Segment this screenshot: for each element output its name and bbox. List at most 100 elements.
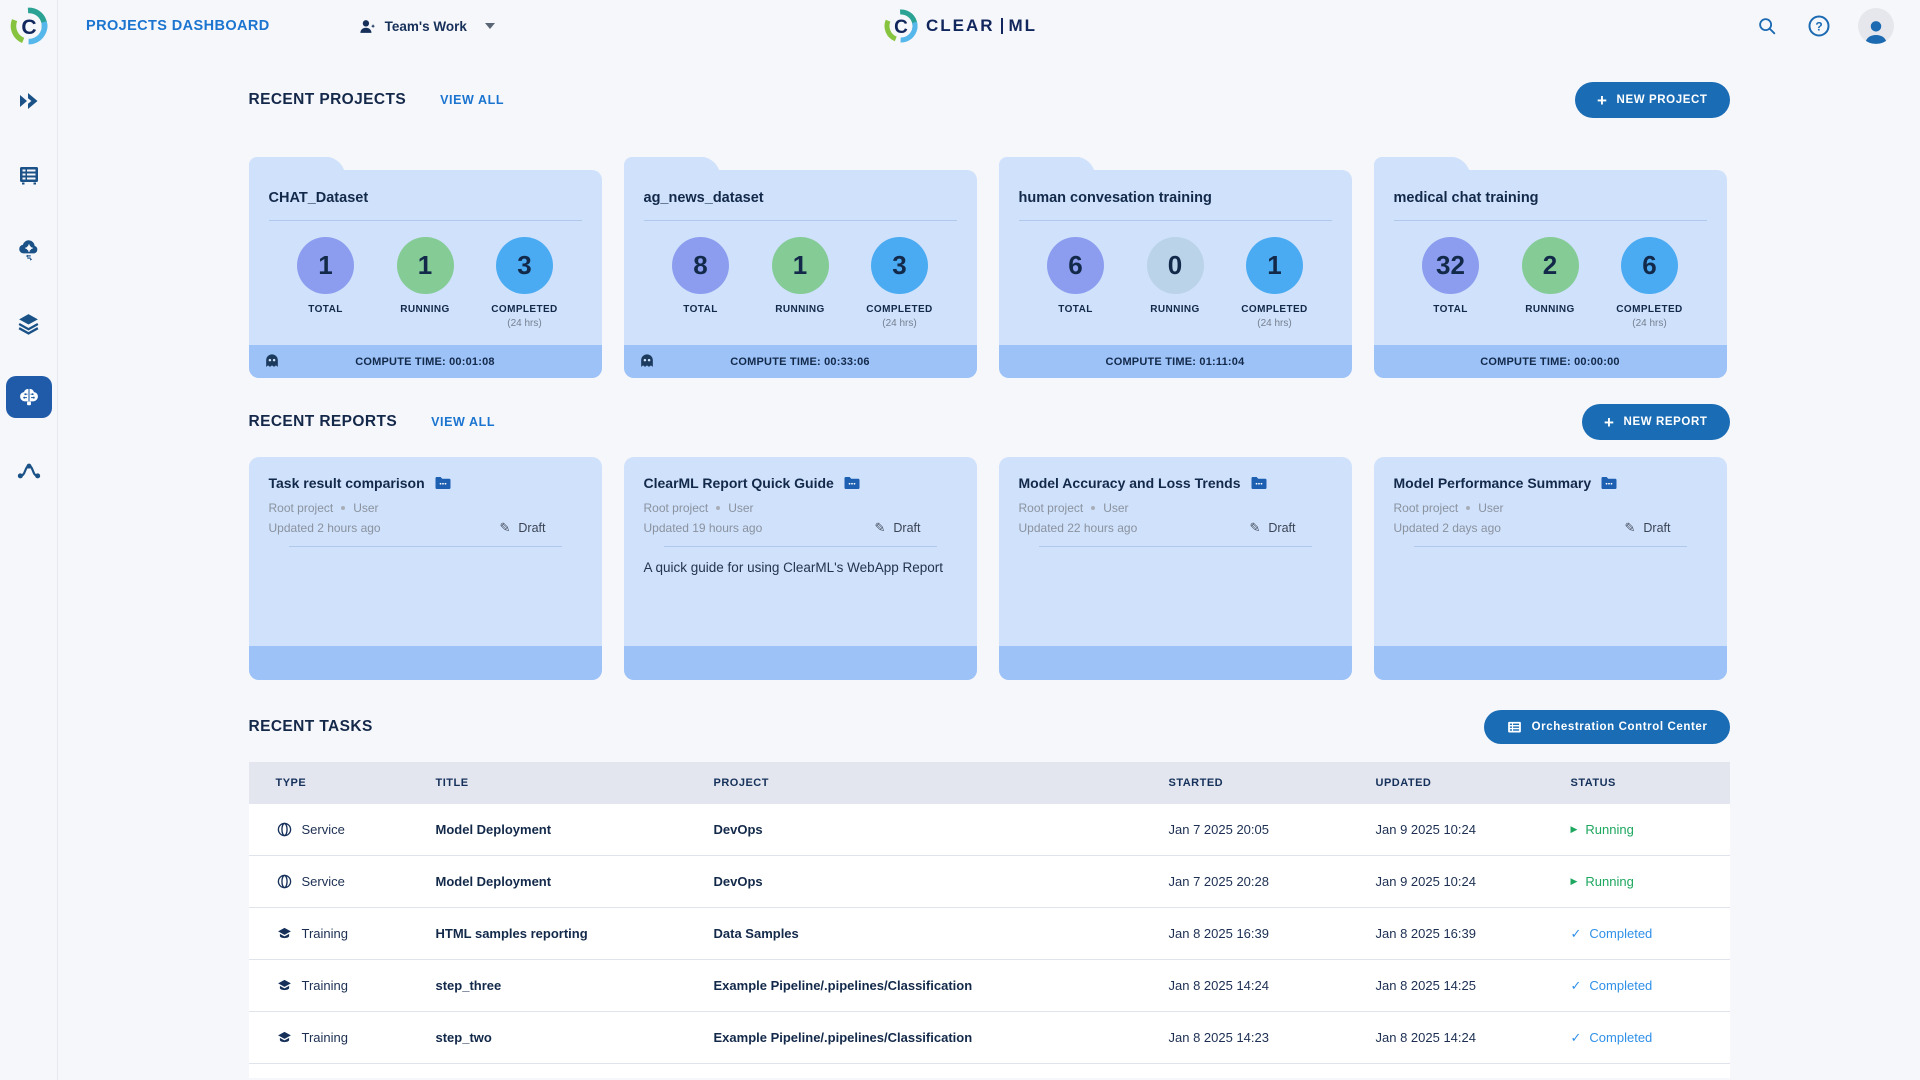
table-row[interactable]: Training step_three Example Pipeline/.pi…	[248, 960, 1730, 1012]
compute-time-bar: COMPUTE TIME: 00:00:00	[1373, 345, 1727, 378]
project-card[interactable]: human convesation training 6 TOTAL 0 RUNNI…	[998, 157, 1352, 378]
sidebar-item-workers[interactable]	[6, 228, 52, 270]
recent-tasks-heading: RECENT TASKS	[248, 718, 373, 735]
top-bar: C CLEAR ML C PROJECTS DASHBOARD Team's W…	[0, 0, 1920, 52]
task-started: Jan 8 2025 14:23	[1168, 1030, 1269, 1045]
workers-icon	[18, 240, 37, 261]
project-card[interactable]: medical chat training 32 TOTAL 2 RUNNING 6…	[1373, 157, 1727, 378]
compute-time-bar: COMPUTE TIME: 01:11:04	[998, 345, 1352, 378]
orchestration-control-center-button[interactable]: Orchestration Control Center	[1483, 710, 1730, 744]
task-project: Example Pipeline/.pipelines/Classificati…	[713, 978, 973, 993]
training-type-icon	[276, 925, 293, 942]
dot-separator	[341, 506, 346, 510]
task-started: Jan 8 2025 14:24	[1168, 978, 1269, 993]
svg-text:C: C	[894, 17, 908, 38]
project-card[interactable]: CHAT_Dataset 1 TOTAL 1 RUNNING 3 COMPLETED(…	[248, 157, 602, 378]
report-description	[249, 547, 602, 560]
task-title: step_two	[435, 1030, 492, 1045]
report-footer-band	[1373, 646, 1727, 680]
table-row[interactable]: Training HTML samples reporting Data Sam…	[248, 908, 1730, 960]
report-footer-band	[998, 646, 1352, 680]
report-folder-icon	[1250, 475, 1268, 491]
report-title: Model Performance Summary	[1393, 475, 1592, 491]
new-project-button[interactable]: NEW PROJECT	[1575, 82, 1730, 118]
running-count: 1	[771, 237, 829, 294]
ghost-icon	[262, 351, 282, 371]
report-card[interactable]: Task result comparison Root project User …	[248, 457, 602, 680]
task-updated: Jan 9 2025 10:24	[1375, 874, 1476, 889]
total-count: 8	[672, 237, 729, 294]
report-user: User	[728, 501, 754, 515]
col-updated: UPDATED	[1375, 777, 1432, 789]
report-title: ClearML Report Quick Guide	[643, 475, 834, 491]
report-card[interactable]: Model Accuracy and Loss Trends Root proj…	[998, 457, 1352, 680]
task-title: Model Deployment	[435, 822, 552, 837]
task-started: Jan 7 2025 20:28	[1168, 874, 1269, 889]
pencil-icon: ✎	[1624, 520, 1636, 535]
report-status: ✎ Draft	[1249, 520, 1296, 535]
col-project: PROJECT	[713, 777, 769, 789]
report-updated: Updated 2 days ago	[1393, 521, 1501, 535]
task-project: DevOps	[713, 874, 763, 889]
project-title: human convesation training	[1018, 190, 1212, 206]
table-row[interactable]: Service Model Deployment DevOps Jan 7 20…	[248, 804, 1730, 856]
table-next-row-partial	[248, 1064, 1730, 1078]
col-title: TITLE	[435, 777, 469, 789]
sidebar-item-queues[interactable]	[6, 154, 52, 196]
sidebar-item-pipelines[interactable]	[6, 450, 52, 492]
avatar[interactable]	[1858, 8, 1894, 44]
table-header-row: TYPE TITLE PROJECT STARTED UPDATED STATU…	[248, 762, 1730, 804]
chevron-down-icon	[484, 23, 495, 29]
projects-view-all-link[interactable]: VIEW ALL	[440, 93, 504, 107]
project-card[interactable]: ag_news_dataset 8 TOTAL 1 RUNNING 3 COMPLET…	[623, 157, 977, 378]
status-badge: Running	[1571, 874, 1730, 889]
svg-text:C: C	[21, 16, 36, 39]
search-icon[interactable]	[1754, 13, 1780, 39]
report-user: User	[353, 501, 379, 515]
queues-icon	[19, 167, 38, 185]
running-count: 1	[396, 237, 454, 294]
new-report-button[interactable]: NEW REPORT	[1582, 404, 1730, 440]
task-updated: Jan 8 2025 14:24	[1375, 1030, 1476, 1045]
table-row[interactable]: Training step_two Example Pipeline/.pipe…	[248, 1012, 1730, 1064]
project-title: CHAT_Dataset	[268, 190, 369, 206]
pipelines-icon	[17, 463, 40, 479]
recent-reports-heading: RECENT REPORTS	[248, 413, 398, 430]
svg-text:?: ?	[1815, 20, 1822, 34]
workspace-selector[interactable]: Team's Work	[358, 17, 495, 36]
task-updated: Jan 8 2025 14:25	[1375, 978, 1476, 993]
sidebar-item-models[interactable]	[5, 376, 52, 418]
brand-separator	[1000, 18, 1003, 34]
service-type-icon	[276, 873, 293, 890]
report-card[interactable]: Model Performance Summary Root project Us…	[1373, 457, 1727, 680]
completed-count: 6	[1621, 237, 1678, 294]
status-badge: Completed	[1571, 926, 1730, 942]
sidebar-item-projects[interactable]	[6, 80, 52, 122]
workspace-icon	[358, 17, 377, 36]
training-type-icon	[276, 977, 293, 994]
status-badge: Completed	[1571, 978, 1730, 994]
help-icon[interactable]: ?	[1806, 13, 1832, 39]
project-title: ag_news_dataset	[643, 190, 764, 206]
table-row[interactable]: Service Model Deployment DevOps Jan 7 20…	[248, 856, 1730, 908]
plus-icon	[1604, 414, 1615, 431]
brand-clear: CLEAR	[925, 16, 995, 35]
report-updated: Updated 22 hours ago	[1018, 521, 1138, 535]
pencil-icon: ✎	[1249, 520, 1261, 535]
training-type-icon	[276, 1029, 293, 1046]
clearml-logo-icon: C	[883, 8, 919, 44]
running-count: 2	[1521, 237, 1579, 294]
recent-projects-heading: RECENT PROJECTS	[248, 91, 407, 108]
recent-tasks-table: TYPE TITLE PROJECT STARTED UPDATED STATU…	[248, 762, 1730, 1078]
projects-icon	[19, 93, 37, 109]
app-logo[interactable]: C	[0, 0, 58, 52]
total-count: 1	[297, 237, 354, 294]
report-description: A quick guide for using ClearML's WebApp…	[643, 560, 944, 575]
report-card[interactable]: ClearML Report Quick Guide Root project U…	[623, 457, 977, 680]
sidebar-item-datasets[interactable]	[6, 302, 52, 344]
reports-view-all-link[interactable]: VIEW ALL	[431, 415, 495, 429]
report-folder-icon	[1600, 475, 1618, 491]
total-count: 6	[1047, 237, 1104, 294]
pencil-icon: ✎	[874, 520, 886, 535]
page-title: PROJECTS DASHBOARD	[86, 18, 270, 34]
